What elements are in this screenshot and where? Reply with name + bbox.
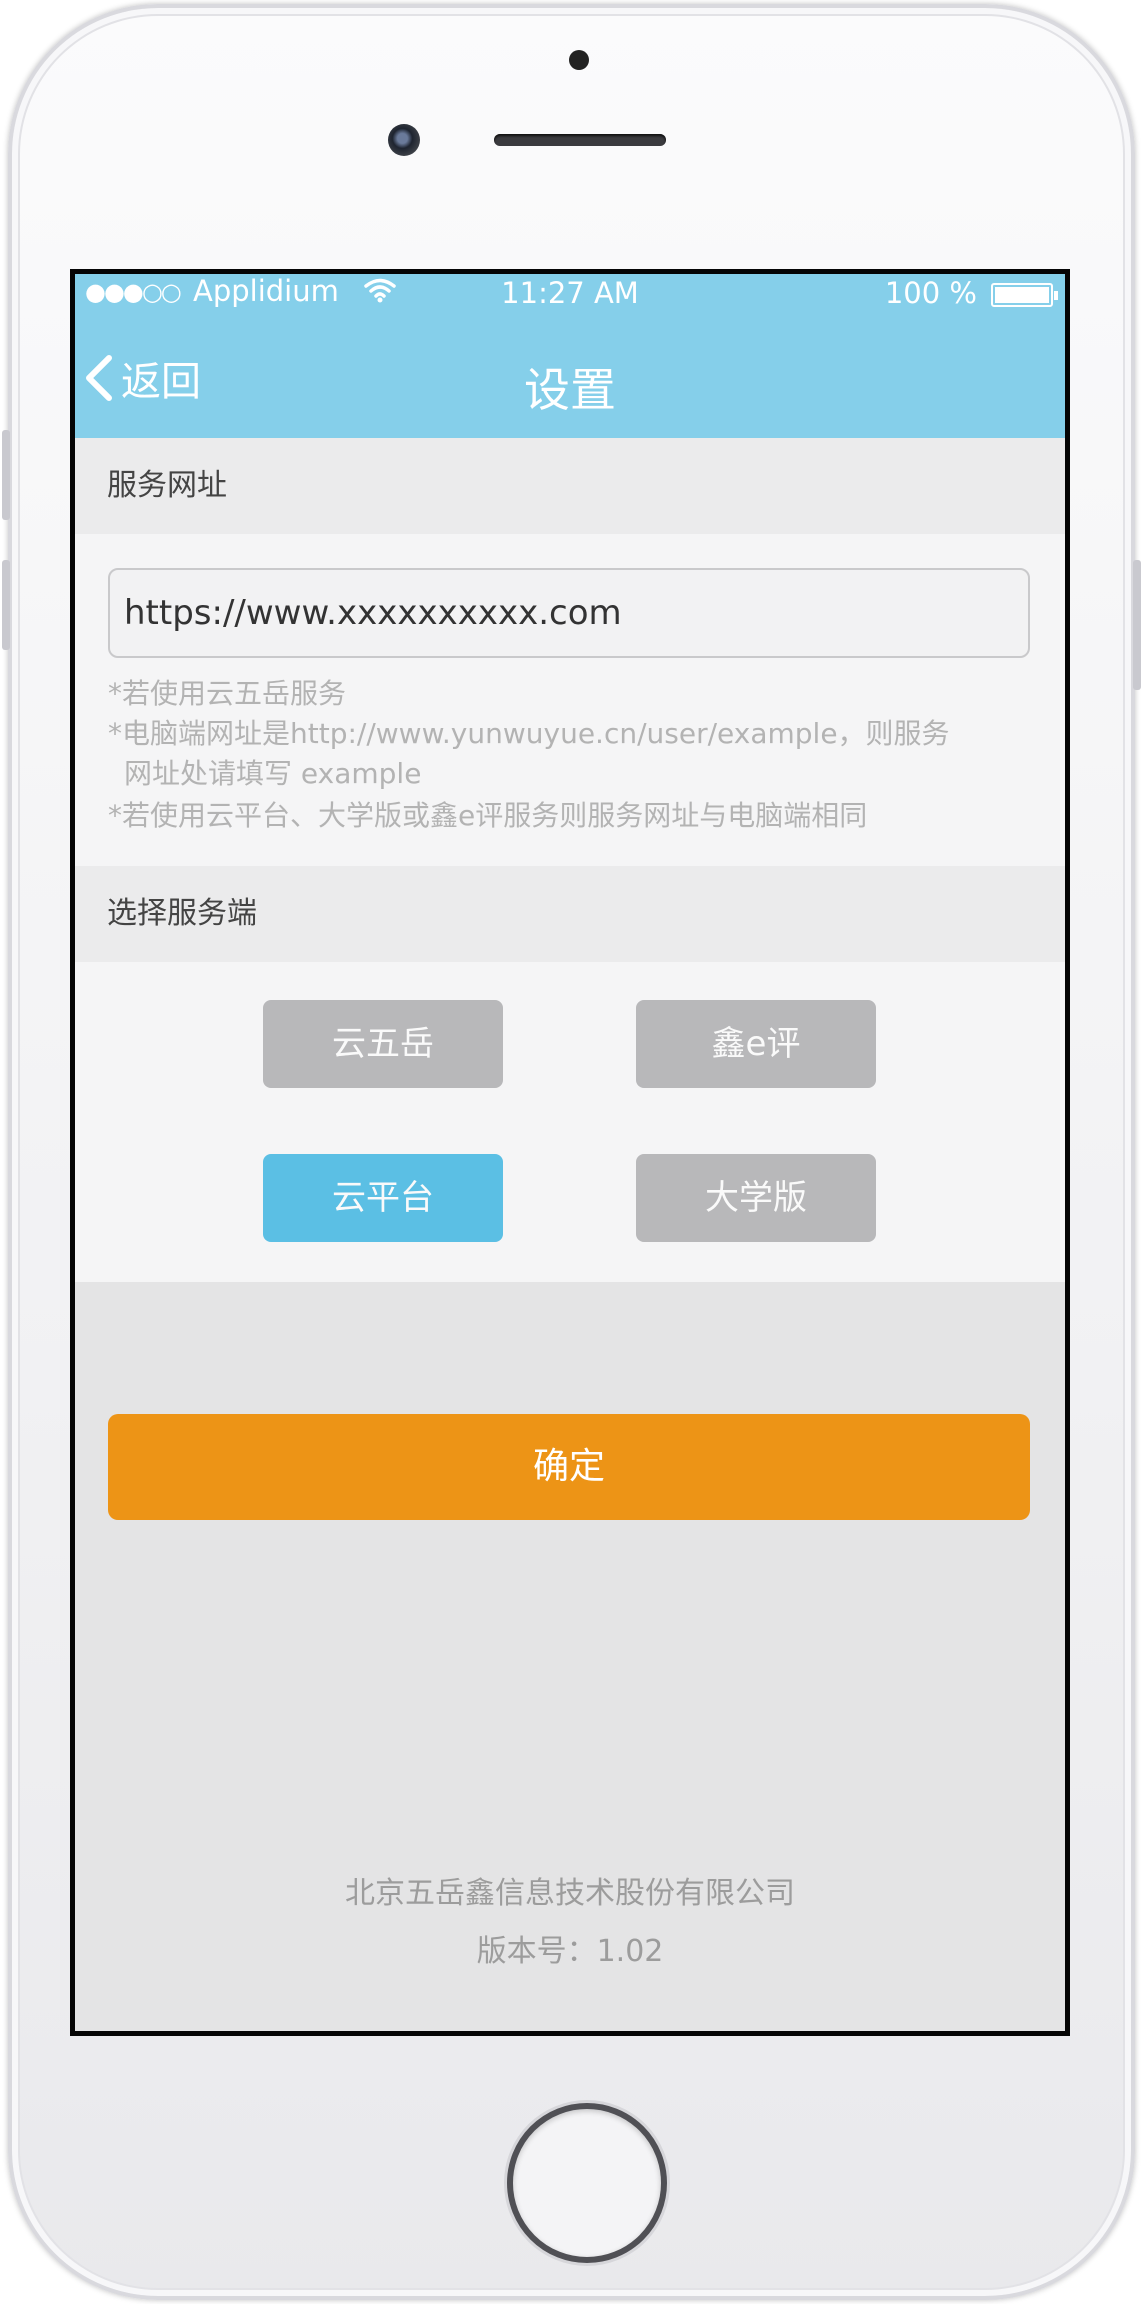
volume-button: [2, 560, 10, 650]
company-name: 北京五岳鑫信息技术股份有限公司: [345, 1876, 795, 1911]
version-label: 版本号：1.02: [476, 1934, 664, 1969]
hint-text: *若使用云平台、大学版或鑫e评服务则服务网址与电脑端相同: [108, 799, 868, 832]
volume-button: [2, 430, 10, 520]
hint-text: 网址处请填写 example: [124, 757, 422, 790]
server-select-panel: 云五岳 鑫e评 云平台 大学版: [75, 962, 1065, 1282]
confirm-button[interactable]: 确定: [108, 1414, 1030, 1520]
power-button: [1133, 560, 1141, 690]
battery-icon: [991, 283, 1058, 307]
service-url-panel: *若使用云五岳服务 *电脑端网址是http://www.yunwuyue.cn/…: [75, 534, 1065, 866]
page-title: 设置: [524, 363, 616, 417]
service-url-input[interactable]: [108, 568, 1030, 658]
battery-fill: [995, 287, 1049, 303]
server-select-section-header: 选择服务端: [75, 866, 1065, 962]
status-bar: ●●●○○ Applidium 11:27 AM 100 %: [75, 274, 1065, 314]
service-url-section-header: 服务网址: [75, 438, 1065, 534]
navigation-bar: 返回 设置: [75, 314, 1065, 438]
proximity-sensor: [569, 50, 589, 70]
server-option-daxueban[interactable]: 大学版: [636, 1154, 876, 1242]
phone-screen: ●●●○○ Applidium 11:27 AM 100 % 返回 设置 服务网…: [70, 269, 1070, 2036]
front-camera: [388, 124, 420, 156]
hint-text: *若使用云五岳服务: [108, 677, 347, 710]
server-option-yunpingtai[interactable]: 云平台: [263, 1154, 503, 1242]
earpiece-speaker: [494, 134, 666, 146]
home-button[interactable]: [507, 2103, 667, 2263]
battery-percentage: 100 %: [884, 276, 977, 310]
server-option-yunwuyue[interactable]: 云五岳: [263, 1000, 503, 1088]
hint-text: *电脑端网址是http://www.yunwuyue.cn/user/examp…: [108, 717, 950, 750]
server-option-xinepingg[interactable]: 鑫e评: [636, 1000, 876, 1088]
